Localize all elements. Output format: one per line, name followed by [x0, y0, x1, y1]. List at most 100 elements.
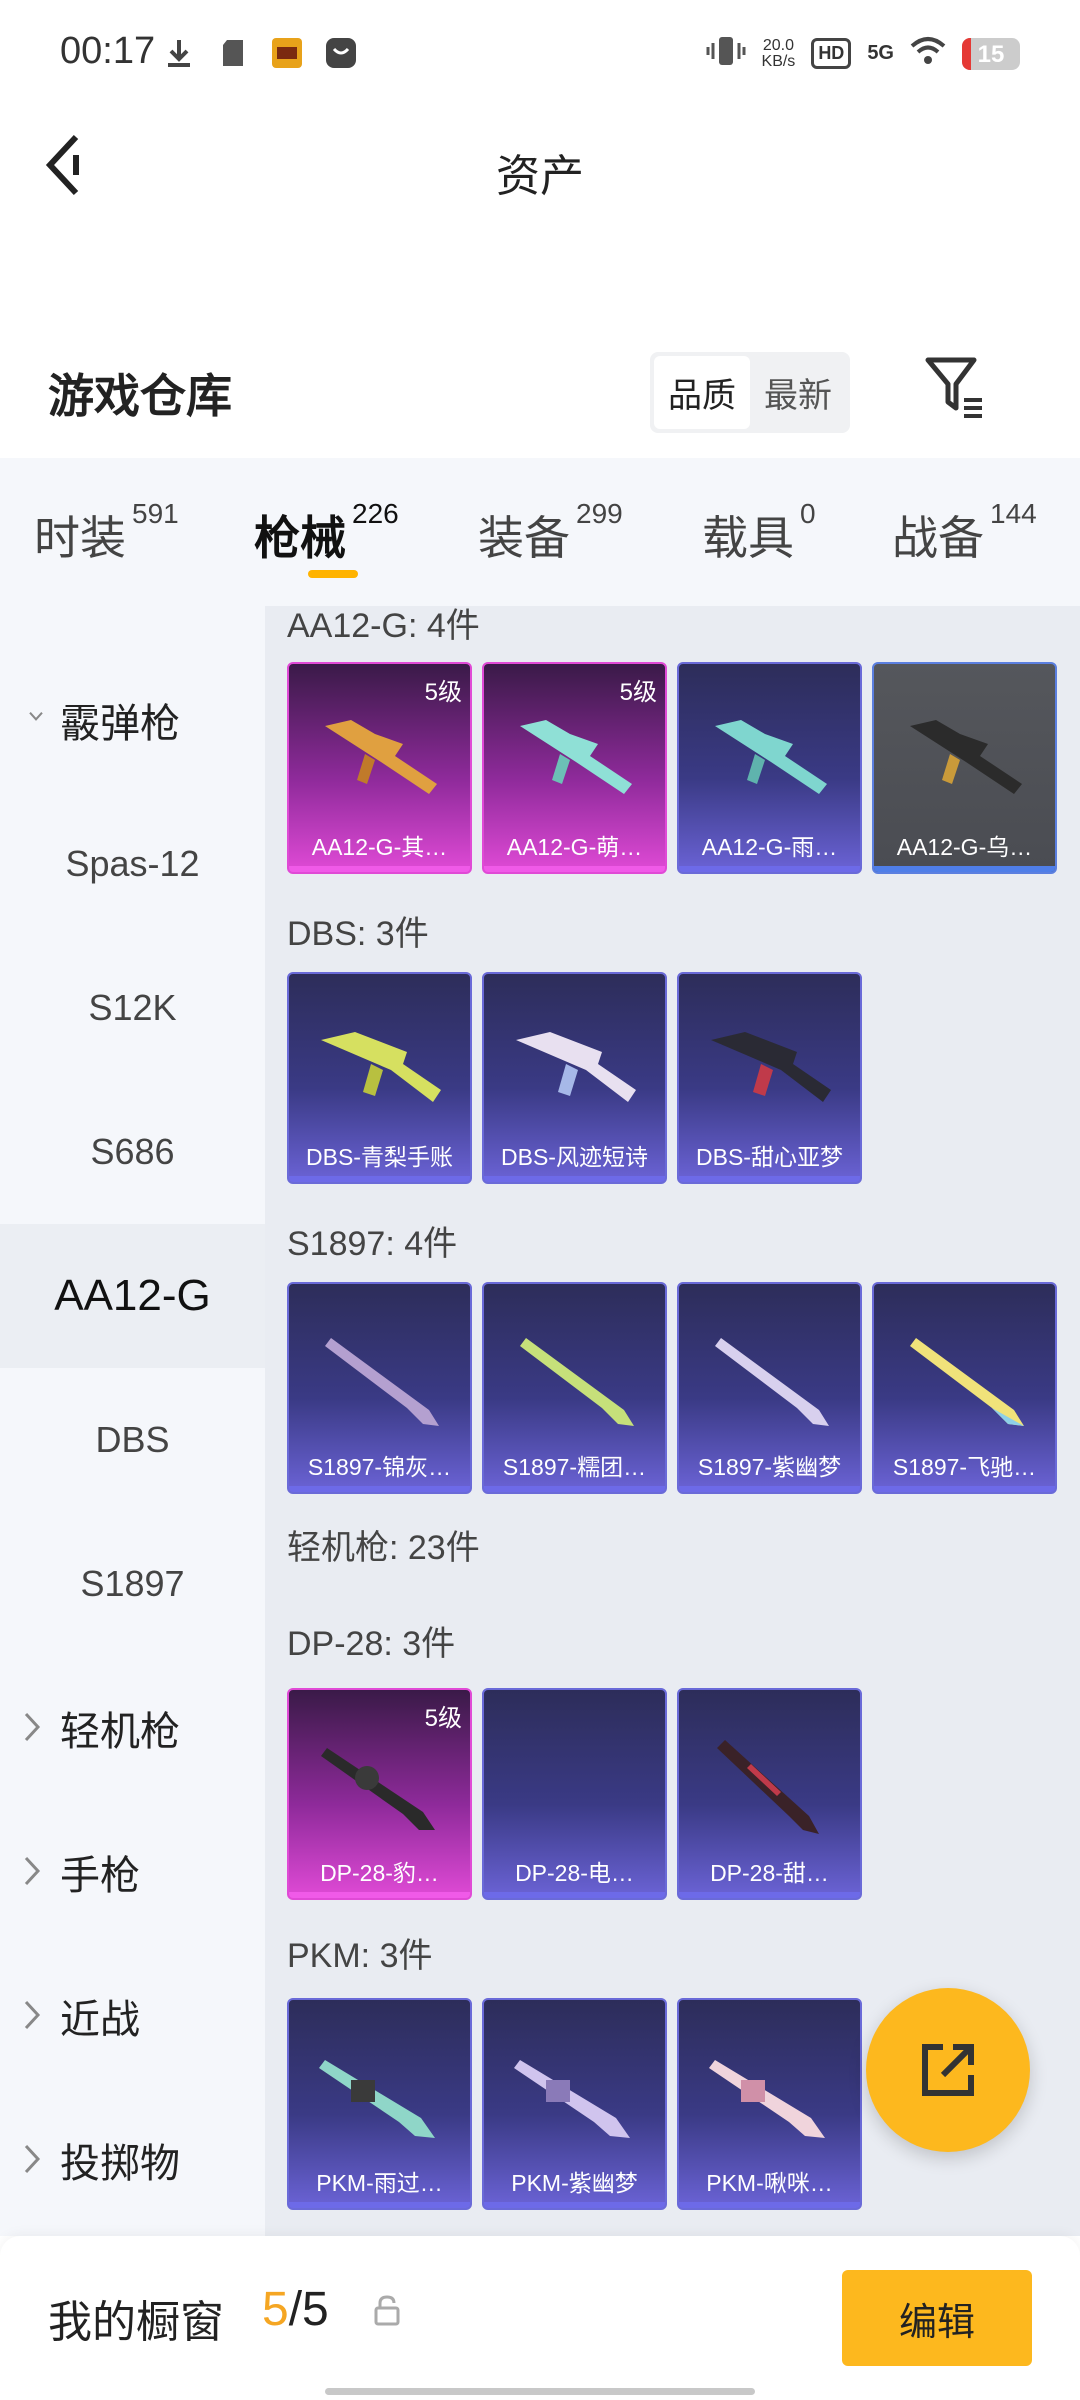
battery-level: 15 [977, 40, 1005, 68]
chevron-down-icon [29, 711, 43, 721]
sidebar-group-throwable[interactable]: 投掷物 [0, 2088, 265, 2232]
weapon-card[interactable]: 5级 AA12-G-其… [287, 662, 472, 874]
weapon-card[interactable]: AA12-G-雨… [677, 662, 862, 874]
group-heading-dbs: DBS: 3件 [287, 915, 429, 953]
weapon-card[interactable]: 5级 AA12-G-萌… [482, 662, 667, 874]
sd-card-icon [216, 36, 250, 70]
message-app-icon [324, 36, 358, 70]
weapon-card[interactable]: 5级 DP-28-豹… [287, 1688, 472, 1900]
weapon-image [321, 1032, 441, 1102]
weapon-image [514, 2060, 630, 2138]
weapon-image [325, 720, 437, 794]
active-tab-indicator [308, 570, 358, 578]
weapon-type-sidebar: 霰弹枪 Spas-12 S12K S686 AA12-G DBS S1897 轻… [0, 606, 265, 2236]
sidebar-group-melee[interactable]: 近战 [0, 1944, 265, 2088]
wifi-icon [910, 36, 946, 71]
weapon-card[interactable]: DBS-青梨手账 [287, 972, 472, 1184]
chevron-right-icon [24, 2144, 41, 2174]
group-heading-s1897: S1897: 4件 [287, 1225, 458, 1263]
sidebar-item-s686[interactable]: S686 [0, 1080, 265, 1224]
card-row-dbs: DBS-青梨手账 DBS-风迹短诗 DBS-甜心亚梦 [287, 972, 862, 1184]
sidebar-group-shotgun[interactable]: 霰弹枪 [0, 648, 265, 792]
lock-icon [374, 2295, 400, 2326]
system-icons: 20.0 KB/s HD 5G 15 [706, 34, 1020, 73]
section-title: 游戏仓库 [48, 370, 232, 422]
tab-weapons[interactable]: 枪械 226 [254, 498, 399, 568]
network-speed: 20.0 KB/s [761, 36, 796, 70]
card-row-pkm: PKM-雨过… PKM-紫幽梦 PKM-啾咪… [287, 1998, 862, 2210]
category-tabs: 时装 591 枪械 226 装备 299 载具 0 战备 144 [0, 458, 1080, 606]
weapon-card[interactable]: PKM-紫幽梦 [482, 1998, 667, 2210]
sidebar-item-spas12[interactable]: Spas-12 [0, 792, 265, 936]
weapon-image [711, 1032, 831, 1102]
group-heading-aa12g: AA12-G: 4件 [287, 607, 480, 645]
page-title: 资产 [496, 152, 584, 201]
top-app-bar: 资产 [0, 100, 1080, 240]
weapon-card[interactable]: AA12-G-乌… [872, 662, 1057, 874]
weapon-image [325, 1338, 439, 1426]
warehouse-header: 游戏仓库 品质 最新 [0, 340, 1080, 440]
sidebar-item-aa12g[interactable]: AA12-G [0, 1224, 265, 1368]
vibrate-icon [706, 34, 746, 73]
weapon-image [319, 2060, 435, 2138]
tab-supplies[interactable]: 战备 144 [892, 498, 1037, 568]
sort-quality-button[interactable]: 品质 [654, 356, 750, 429]
sidebar-item-s12k[interactable]: S12K [0, 936, 265, 1080]
weapon-image [715, 1338, 829, 1426]
sidebar-group-lmg[interactable]: 轻机枪 [0, 1656, 265, 1800]
weapon-card[interactable]: S1897-锦灰… [287, 1282, 472, 1494]
weapon-card[interactable]: PKM-啾咪… [677, 1998, 862, 2210]
weapon-card[interactable]: DP-28-电… [482, 1688, 667, 1900]
weapon-card[interactable]: DBS-风迹短诗 [482, 972, 667, 1184]
weapon-card[interactable]: DP-28-甜… [677, 1688, 862, 1900]
tab-outfits[interactable]: 时装 591 [34, 498, 179, 568]
chevron-right-icon [24, 1712, 41, 1742]
weapon-image [715, 720, 827, 794]
notification-icons [162, 36, 358, 70]
card-row-aa12g: 5级 AA12-G-其… 5级 AA12-G-萌… AA12-G-雨… AA12… [287, 662, 1057, 874]
weapon-card[interactable]: S1897-紫幽梦 [677, 1282, 862, 1494]
share-button[interactable] [866, 1988, 1030, 2152]
weapon-card[interactable]: DBS-甜心亚梦 [677, 972, 862, 1184]
battery-icon: 15 [962, 37, 1020, 70]
filter-icon [925, 357, 982, 418]
showcase-label: 我的橱窗 [48, 2298, 224, 2347]
group-heading-pkm: PKM: 3件 [287, 1937, 433, 1975]
hd-badge: HD [811, 38, 852, 69]
weapon-image [910, 720, 1022, 794]
group-heading-lmg: 轻机枪: 23件 [287, 1529, 480, 1567]
sidebar-item-s1897[interactable]: S1897 [0, 1512, 265, 1656]
filter-button[interactable] [920, 352, 990, 422]
chevron-right-icon [24, 1856, 41, 1886]
card-row-s1897: S1897-锦灰… S1897-糯团… S1897-紫幽梦 S1897-飞驰… [287, 1282, 1057, 1494]
showcase-count: 5/5 [262, 2283, 329, 2336]
sort-newest-button[interactable]: 最新 [750, 356, 846, 429]
tab-vehicles[interactable]: 载具 0 [702, 498, 816, 568]
weapon-image [321, 1748, 435, 1830]
weapon-card[interactable]: S1897-飞驰… [872, 1282, 1057, 1494]
weapon-card[interactable]: PKM-雨过… [287, 1998, 472, 2210]
showcase-bar: 我的橱窗 5/5 编辑 [0, 2236, 1080, 2400]
status-bar: 00:17 20.0 KB/s HD 5G 15 [0, 0, 1080, 100]
weapon-card[interactable]: S1897-糯团… [482, 1282, 667, 1494]
weapon-image [717, 1740, 819, 1834]
weapon-image [709, 2060, 825, 2138]
home-indicator[interactable] [325, 2388, 755, 2395]
edit-button[interactable]: 编辑 [842, 2270, 1032, 2366]
sidebar-item-dbs[interactable]: DBS [0, 1368, 265, 1512]
weapon-image [910, 1338, 1024, 1426]
group-heading-dp28: DP-28: 3件 [287, 1625, 456, 1663]
weapon-image [516, 1032, 636, 1102]
weapon-image [520, 1338, 634, 1426]
clock: 00:17 [60, 30, 156, 72]
chevron-right-icon [24, 2000, 41, 2030]
tab-equipment[interactable]: 装备 299 [478, 498, 623, 568]
download-icon [162, 36, 196, 70]
share-icon [922, 2044, 974, 2096]
network-type: 5G [867, 42, 894, 64]
card-row-dp28: 5级 DP-28-豹… DP-28-电… DP-28-甜… [287, 1688, 862, 1900]
game-app-icon [270, 36, 304, 70]
sort-toggle: 品质 最新 [650, 352, 850, 433]
sidebar-group-pistol[interactable]: 手枪 [0, 1800, 265, 1944]
weapon-image [520, 720, 632, 794]
